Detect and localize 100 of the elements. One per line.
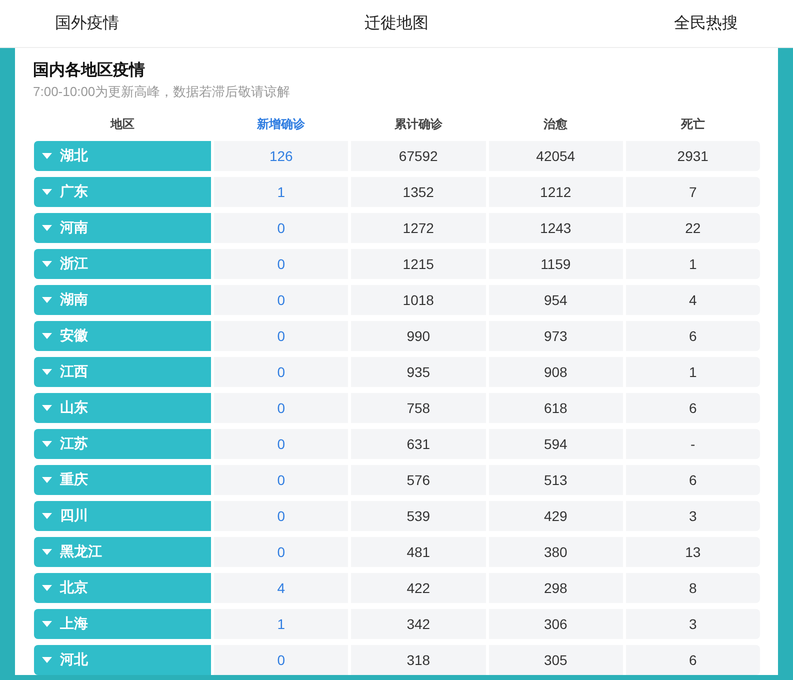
- table-cell: 0: [214, 465, 348, 495]
- caret-icon: [42, 153, 52, 159]
- region-toggle[interactable]: 北京: [34, 573, 211, 603]
- table-cell: 618: [488, 393, 623, 423]
- column-header: 累计确诊: [393, 116, 444, 133]
- table-cell: 481: [351, 537, 486, 567]
- region-toggle[interactable]: 浙江: [34, 249, 211, 279]
- caret-icon: [42, 621, 52, 627]
- table-cell: 908: [488, 357, 623, 387]
- region-toggle[interactable]: 湖北: [34, 141, 211, 171]
- caret-icon: [42, 477, 52, 483]
- table-cell: 1352: [351, 177, 486, 207]
- table-cell: 1159: [488, 249, 623, 279]
- table-cell: 758: [351, 393, 486, 423]
- caret-icon: [42, 333, 52, 339]
- table-cell: 0: [214, 321, 348, 351]
- table-cell: 42054: [488, 141, 623, 171]
- table-cell: 1243: [488, 213, 623, 243]
- table-cell: 342: [351, 609, 486, 639]
- table-cell: 126: [214, 141, 348, 171]
- table-cell: 1018: [351, 285, 486, 315]
- table-cell: 2931: [626, 141, 760, 171]
- table-cell: 576: [351, 465, 486, 495]
- column-header: 地区: [109, 116, 136, 133]
- nav-tab[interactable]: 国外疫情: [55, 13, 119, 34]
- table-cell: 1272: [351, 213, 486, 243]
- table-cell: 429: [488, 501, 623, 531]
- table-cell: -: [626, 429, 760, 459]
- table-cell: 1215: [351, 249, 486, 279]
- table-cell: 513: [488, 465, 623, 495]
- table-cell: 539: [351, 501, 486, 531]
- table-cell: 3: [626, 609, 760, 639]
- table-cell: 6: [626, 321, 760, 351]
- table-cell: 1: [626, 249, 760, 279]
- table-cell: 6: [626, 393, 760, 423]
- table-cell: 0: [214, 501, 348, 531]
- table-cell: 3: [626, 501, 760, 531]
- region-toggle[interactable]: 广东: [34, 177, 211, 207]
- table-cell: 0: [214, 645, 348, 675]
- region-toggle[interactable]: 山东: [34, 393, 211, 423]
- table-cell: 990: [351, 321, 486, 351]
- region-toggle[interactable]: 上海: [34, 609, 211, 639]
- table-cell: 935: [351, 357, 486, 387]
- table-cell: 422: [351, 573, 486, 603]
- region-toggle[interactable]: 江西: [34, 357, 211, 387]
- table-cell: 954: [488, 285, 623, 315]
- table-cell: 0: [214, 537, 348, 567]
- table-cell: 13: [626, 537, 760, 567]
- table-cell: 0: [214, 429, 348, 459]
- column-header: 治愈: [542, 116, 569, 133]
- caret-icon: [42, 369, 52, 375]
- region-toggle[interactable]: 湖南: [34, 285, 211, 315]
- column-header: 新增确诊: [256, 116, 306, 133]
- table-cell: 6: [626, 645, 760, 675]
- table-cell: 0: [214, 393, 348, 423]
- table-cell: 0: [214, 213, 348, 243]
- table-cell: 67592: [351, 141, 486, 171]
- table-cell: 0: [214, 357, 348, 387]
- table-cell: 306: [488, 609, 623, 639]
- panel-subtitle: 7:00-10:00为更新高峰，数据若滞后敬请谅解: [33, 83, 292, 101]
- table-cell: 594: [488, 429, 623, 459]
- table-cell: 973: [488, 321, 623, 351]
- table-cell: 1: [214, 177, 348, 207]
- caret-icon: [42, 225, 52, 231]
- region-toggle[interactable]: 河南: [34, 213, 211, 243]
- caret-icon: [42, 549, 52, 555]
- region-toggle[interactable]: 安徽: [34, 321, 211, 351]
- region-toggle[interactable]: 重庆: [34, 465, 211, 495]
- table-cell: 318: [351, 645, 486, 675]
- table-cell: 0: [214, 249, 348, 279]
- table-cell: 7: [626, 177, 760, 207]
- table-cell: 631: [351, 429, 486, 459]
- region-toggle[interactable]: 四川: [34, 501, 211, 531]
- region-toggle[interactable]: 江苏: [34, 429, 211, 459]
- nav-tab[interactable]: 全民热搜: [674, 13, 738, 34]
- caret-icon: [42, 405, 52, 411]
- table-cell: 1212: [488, 177, 623, 207]
- caret-icon: [42, 297, 52, 303]
- table-cell: 1: [626, 357, 760, 387]
- caret-icon: [42, 585, 52, 591]
- column-header: 死亡: [680, 116, 706, 133]
- table-cell: 305: [488, 645, 623, 675]
- table-cell: 22: [626, 213, 760, 243]
- caret-icon: [42, 513, 52, 519]
- caret-icon: [42, 441, 52, 447]
- table-cell: 4: [214, 573, 348, 603]
- table-cell: 0: [214, 285, 348, 315]
- table-cell: 1: [214, 609, 348, 639]
- caret-icon: [42, 261, 52, 267]
- caret-icon: [42, 189, 52, 195]
- region-toggle[interactable]: 河北: [34, 645, 211, 675]
- table-cell: 4: [626, 285, 760, 315]
- table-cell: 6: [626, 465, 760, 495]
- caret-icon: [42, 657, 52, 663]
- table-cell: 8: [626, 573, 760, 603]
- nav-tab[interactable]: 迁徙地图: [364, 13, 428, 34]
- region-toggle[interactable]: 黑龙江: [34, 537, 211, 567]
- table-cell: 380: [488, 537, 623, 567]
- panel-title: 国内各地区疫情: [33, 60, 146, 81]
- table-cell: 298: [488, 573, 623, 603]
